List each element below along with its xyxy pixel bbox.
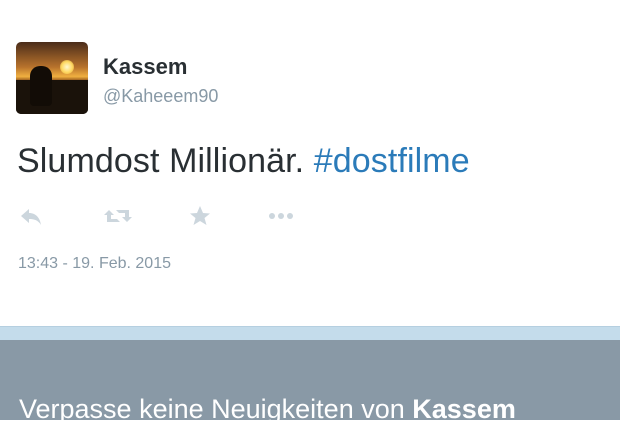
retweet-button[interactable]	[102, 200, 136, 232]
more-dots-icon	[269, 213, 293, 219]
tweet-text: Slumdost Millionär. #dostfilme	[17, 142, 470, 181]
author-name[interactable]: Kassem	[103, 54, 187, 80]
avatar-figure	[30, 66, 52, 106]
banner-text: Verpasse keine Neuigkeiten von Kassem	[19, 394, 516, 425]
avatar-sun	[60, 60, 74, 74]
author-handle[interactable]: @Kaheeem90	[103, 86, 218, 107]
retweet-icon	[104, 210, 132, 222]
tweet-card: Kassem @Kaheeem90 Slumdost Millionär. #d…	[0, 0, 620, 326]
tweet-body: Slumdost Millionär.	[17, 142, 305, 180]
favorite-button[interactable]	[185, 200, 219, 232]
favorite-star-icon	[190, 206, 210, 225]
avatar-ground	[16, 80, 88, 114]
reply-button[interactable]	[18, 200, 52, 232]
more-button[interactable]	[266, 200, 300, 232]
reply-icon	[21, 209, 41, 225]
follow-banner: Verpasse keine Neuigkeiten von Kassem	[0, 340, 620, 424]
hashtag-link[interactable]: #dostfilme	[314, 142, 470, 180]
avatar[interactable]	[16, 42, 88, 114]
section-divider	[0, 326, 620, 340]
tweet-actions	[0, 200, 620, 232]
tweet-timestamp[interactable]: 13:43 - 19. Feb. 2015	[18, 255, 171, 273]
